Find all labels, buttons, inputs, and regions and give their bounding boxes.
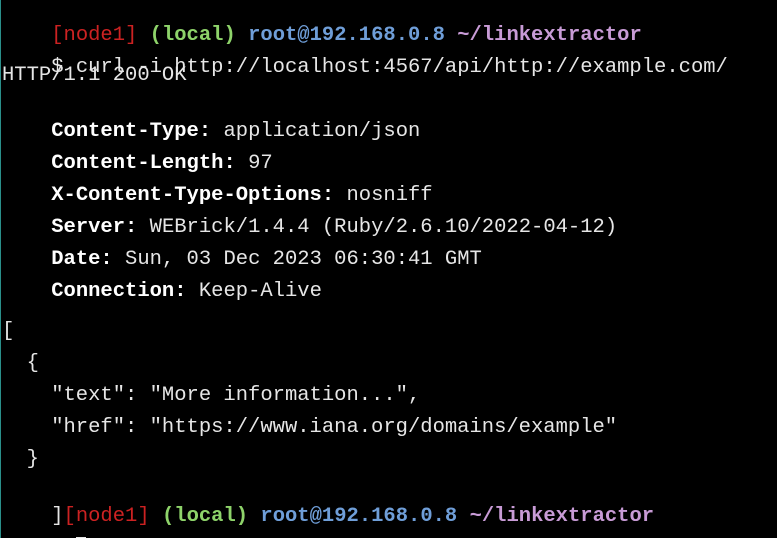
prompt-user-host: root@192.168.0.8 [260,505,458,528]
header-line: Connection: Keep-Alive [2,256,322,303]
header-line: Content-Type: application/json [2,96,420,143]
command-line: $ curl -i http://localhost:4567/api/http… [2,32,728,79]
json-body-line: } [2,448,39,471]
header-line: Date: Sun, 03 Dec 2023 06:30:41 GMT [2,224,482,271]
header-line: X-Content-Type-Options: nosniff [2,160,432,207]
header-line: Server: WEBrick/1.4.4 (Ruby/2.6.10/2022-… [2,192,617,239]
prompt-line: [node1] (local) root@192.168.0.8 ~/linke… [2,0,642,47]
json-body-line: [ [2,320,15,343]
json-body-line: "text": "More information...", [2,384,421,407]
terminal-window[interactable]: [node1] (local) root@192.168.0.8 ~/linke… [0,0,777,538]
header-line: Content-Length: 97 [2,128,272,175]
header-name: Connection: [51,280,187,303]
prompt-path: ~/linkextractor [469,505,655,528]
input-line[interactable]: $ [2,513,86,538]
json-body-line: { [2,352,39,375]
prompt-line: ][node1] (local) root@192.168.0.8 ~/link… [2,481,654,528]
header-value: Keep-Alive [198,280,322,303]
prompt-env: (local) [161,505,249,528]
json-body-line: "href": "https://www.iana.org/domains/ex… [2,416,618,439]
http-status-line: HTTP/1.1 200 OK [2,64,187,87]
